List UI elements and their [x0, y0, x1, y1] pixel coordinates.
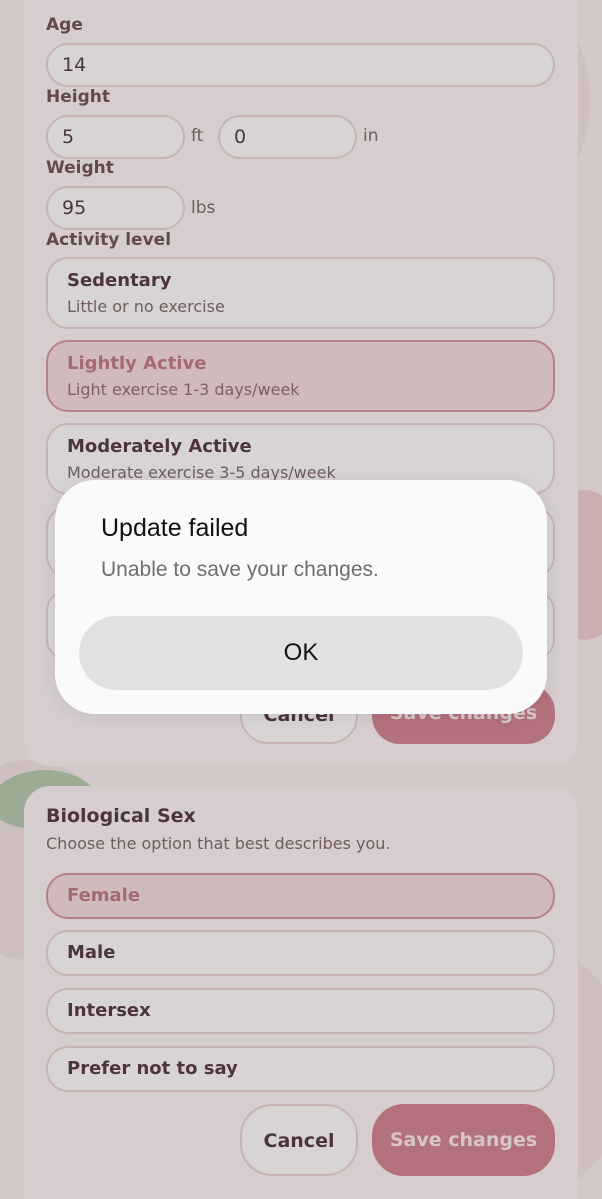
- alert-title: Update failed: [101, 514, 249, 542]
- alert-message: Unable to save your changes.: [101, 558, 379, 581]
- alert-ok-button[interactable]: OK: [79, 616, 523, 690]
- screen: Age 14 Height 5 ft 0 in Weight 95 lbs Ac…: [0, 0, 602, 1199]
- update-failed-alert: Update failed Unable to save your change…: [55, 480, 547, 714]
